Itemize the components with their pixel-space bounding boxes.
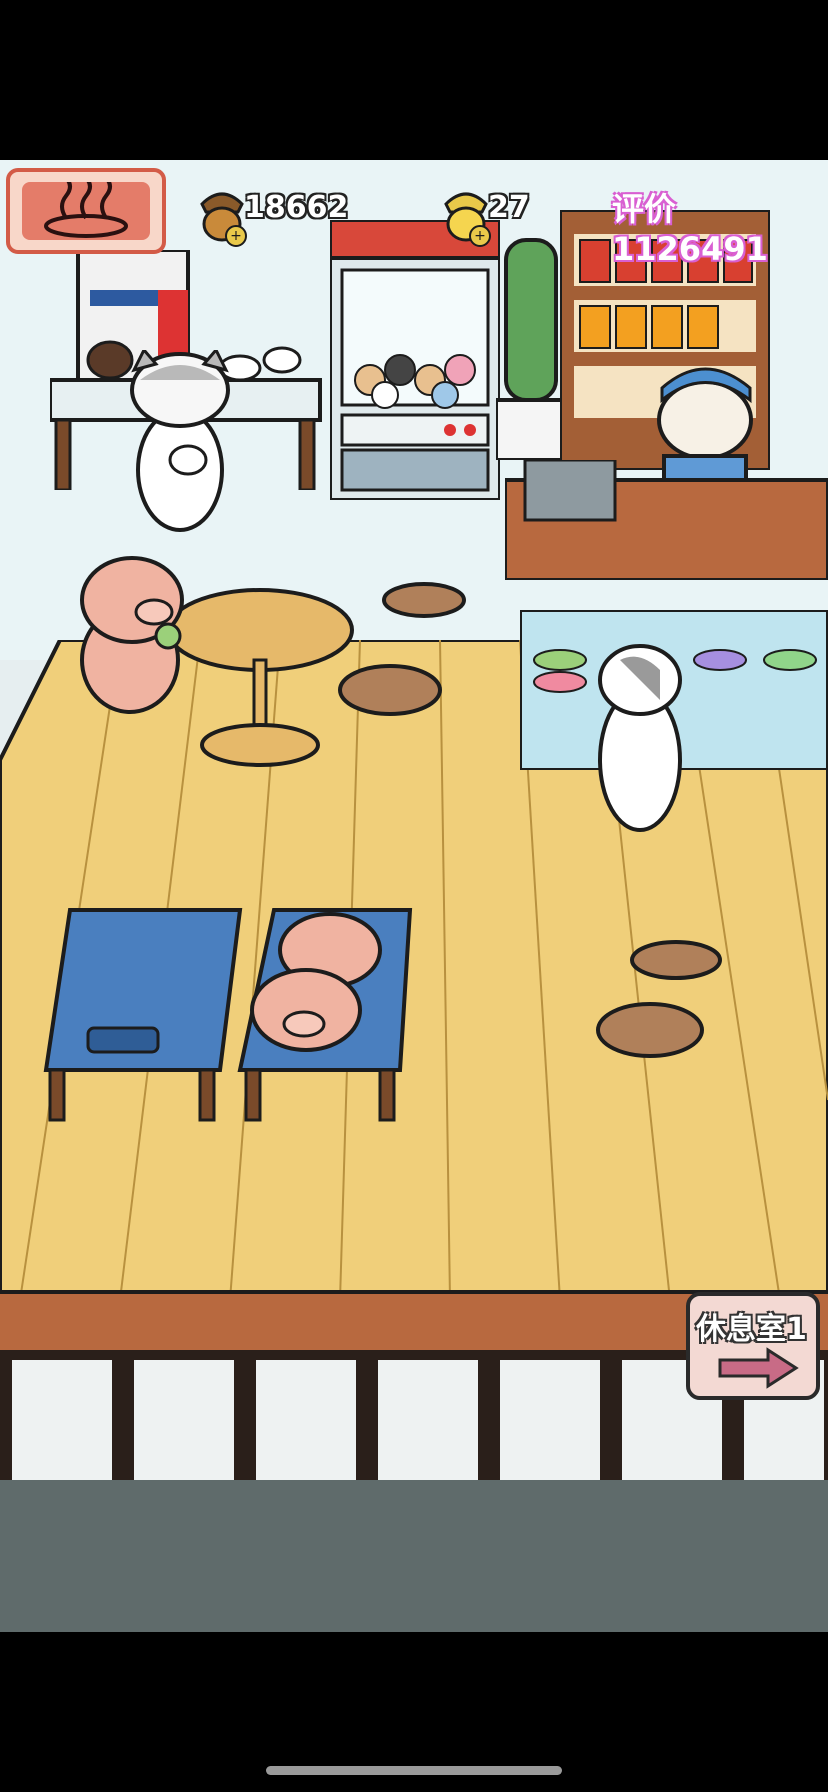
acorn-count: 18662 xyxy=(244,190,349,225)
arrow-right-icon xyxy=(718,1347,799,1389)
checkout-counter[interactable] xyxy=(505,460,828,580)
claw-machine[interactable] xyxy=(330,220,500,500)
street-ground xyxy=(0,1480,828,1632)
home-indicator[interactable] xyxy=(266,1766,562,1775)
spare-chair[interactable] xyxy=(590,920,730,1090)
cat-customer[interactable] xyxy=(120,350,240,550)
cat-at-counter[interactable] xyxy=(590,640,690,840)
pig-customer[interactable] xyxy=(70,550,200,720)
acorn-icon: + xyxy=(200,192,247,247)
sleeping-pig[interactable] xyxy=(250,900,390,1060)
svg-text:+: + xyxy=(230,228,242,244)
cactus-plant xyxy=(496,238,566,460)
gold-acorn-icon: + xyxy=(444,192,491,247)
svg-text:+: + xyxy=(474,228,486,244)
next-room-label: 休息室1 xyxy=(696,1312,807,1347)
rating-score: 评价 1126491 xyxy=(612,190,768,268)
next-room-button[interactable]: 休息室1 xyxy=(686,1292,820,1400)
hot-spring-button[interactable] xyxy=(6,168,166,254)
game-scene xyxy=(0,160,828,1632)
gold-acorn-count: 27 xyxy=(488,190,530,225)
hot-spring-icon xyxy=(22,176,150,240)
